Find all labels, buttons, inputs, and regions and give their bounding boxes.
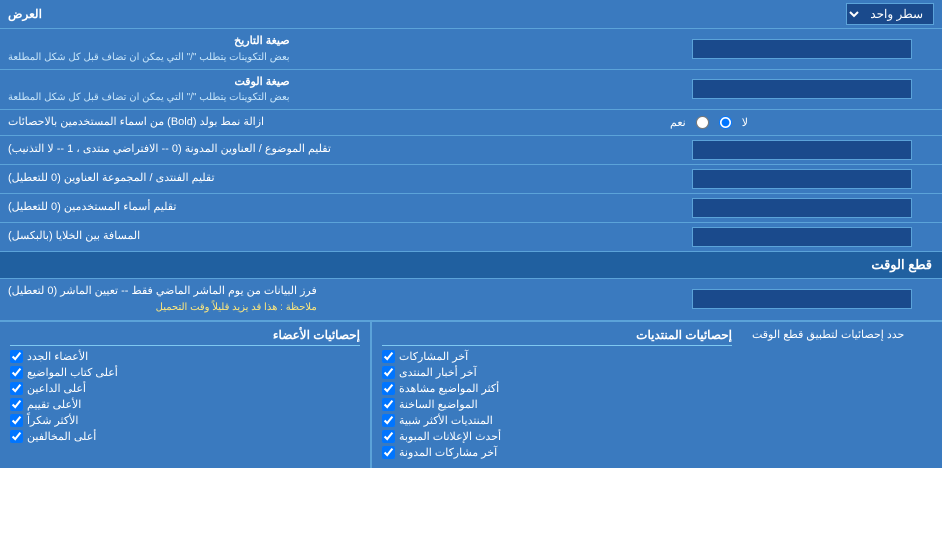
forums-stat-check-0[interactable] bbox=[382, 350, 395, 363]
forums-stat-item-5: أحدث الإعلانات المبوبة bbox=[382, 430, 732, 443]
forums-stat-check-4[interactable] bbox=[382, 414, 395, 427]
members-stats-header: إحصائيات الأعضاء bbox=[10, 328, 360, 346]
display-dropdown[interactable]: سطر واحدسطرينثلاثة أسطر bbox=[846, 3, 934, 25]
forum-group-input[interactable]: 33 bbox=[692, 169, 912, 189]
forums-stat-check-3[interactable] bbox=[382, 398, 395, 411]
topics-label: تقليم الموضوع / العناوين المدونة (0 -- ا… bbox=[0, 136, 662, 164]
forums-stat-item-2: أكثر المواضيع مشاهدة bbox=[382, 382, 732, 395]
forums-stat-check-1[interactable] bbox=[382, 366, 395, 379]
topics-input-cell: 33 bbox=[662, 136, 942, 164]
forums-stat-check-6[interactable] bbox=[382, 446, 395, 459]
members-stat-item-4: الأكثر شكراً bbox=[10, 414, 360, 427]
date-format-input-cell: d-m bbox=[662, 29, 942, 69]
forums-stats-header: إحصائيات المنتديات bbox=[382, 328, 732, 346]
forums-stats-col: إحصائيات المنتديات آخر المشاركات آخر أخب… bbox=[371, 322, 742, 468]
time-cut-header: قطع الوقت bbox=[0, 252, 942, 279]
users-input-cell: 0 bbox=[662, 194, 942, 222]
topics-input[interactable]: 33 bbox=[692, 140, 912, 160]
time-format-input-cell: H:i bbox=[662, 70, 942, 110]
cells-space-label: المسافة بين الخلايا (بالبكسل) bbox=[0, 223, 662, 251]
time-format-label: صيغة الوقت بعض التكوينات يتطلب "/" التي … bbox=[0, 70, 662, 110]
cells-space-input-cell: 2 bbox=[662, 223, 942, 251]
cells-space-input[interactable]: 2 bbox=[692, 227, 912, 247]
forums-stat-item-4: المنتديات الأكثر شبية bbox=[382, 414, 732, 427]
forum-group-label: تقليم الفنتدى / المجموعة العناوين (0 للت… bbox=[0, 165, 662, 193]
members-stat-item-5: أعلى المخالفين bbox=[10, 430, 360, 443]
forum-group-input-cell: 33 bbox=[662, 165, 942, 193]
users-label: تقليم أسماء المستخدمين (0 للتعطيل) bbox=[0, 194, 662, 222]
forums-stat-check-5[interactable] bbox=[382, 430, 395, 443]
members-stat-item-0: الأعضاء الجدد bbox=[10, 350, 360, 363]
forums-stat-item-6: آخر مشاركات المدونة bbox=[382, 446, 732, 459]
time-cut-input-cell: 0 bbox=[662, 279, 942, 320]
bold-yes-radio[interactable] bbox=[696, 116, 709, 129]
date-format-input[interactable]: d-m bbox=[692, 39, 912, 59]
members-stat-check-3[interactable] bbox=[10, 398, 23, 411]
members-stat-item-1: أعلى كتاب المواضيع bbox=[10, 366, 360, 379]
display-label: العرض bbox=[8, 7, 42, 21]
date-format-label: صيغة التاريخ بعض التكوينات يتطلب "/" الت… bbox=[0, 29, 662, 69]
members-stat-check-2[interactable] bbox=[10, 382, 23, 395]
members-stat-check-4[interactable] bbox=[10, 414, 23, 427]
time-cut-input[interactable]: 0 bbox=[692, 289, 912, 309]
forums-stat-item-3: المواضيع الساخنة bbox=[382, 398, 732, 411]
time-format-input[interactable]: H:i bbox=[692, 79, 912, 99]
bold-label: ازالة نمط بولد (Bold) من اسماء المستخدمي… bbox=[0, 110, 662, 135]
bold-no-radio[interactable] bbox=[719, 116, 732, 129]
members-stat-item-3: الأعلى تقييم bbox=[10, 398, 360, 411]
members-stat-check-1[interactable] bbox=[10, 366, 23, 379]
bold-radio-cell: لا نعم bbox=[662, 110, 942, 135]
members-stat-check-0[interactable] bbox=[10, 350, 23, 363]
members-stats-col: إحصائيات الأعضاء الأعضاء الجدد أعلى كتاب… bbox=[0, 322, 371, 468]
time-cut-label: فرز البيانات من يوم الماشر الماضي فقط --… bbox=[0, 279, 662, 320]
forums-stat-item-0: آخر المشاركات bbox=[382, 350, 732, 363]
forums-stat-item-1: آخر أخبار المنتدى bbox=[382, 366, 732, 379]
forums-stat-check-2[interactable] bbox=[382, 382, 395, 395]
users-input[interactable]: 0 bbox=[692, 198, 912, 218]
members-stat-check-5[interactable] bbox=[10, 430, 23, 443]
members-stat-item-2: أعلى الداعين bbox=[10, 382, 360, 395]
stats-label: حدد إحصائيات لتطبيق قطع الوقت bbox=[742, 322, 942, 468]
